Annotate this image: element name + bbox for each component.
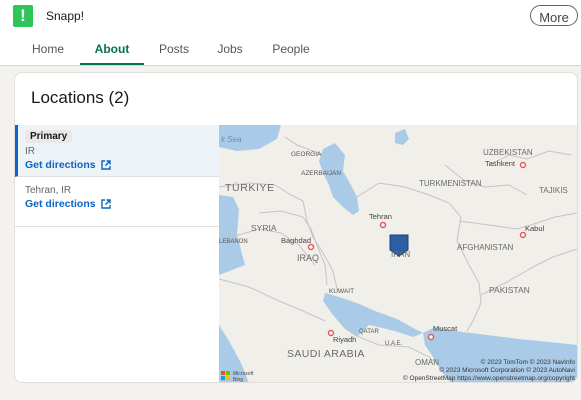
page-tabs: Home About Posts Jobs People xyxy=(0,33,581,65)
tab-home[interactable]: Home xyxy=(20,33,76,65)
location-address: Tehran, IR xyxy=(25,185,72,196)
map-label-afghanistan: AFGHANISTAN xyxy=(457,243,514,252)
tab-people[interactable]: People xyxy=(264,33,318,65)
tab-about[interactable]: About xyxy=(80,33,144,65)
get-directions-link[interactable]: Get directions xyxy=(25,159,219,171)
get-directions-label: Get directions xyxy=(25,159,96,171)
location-list: Primary IR Get directions Tehran, IR Get… xyxy=(15,125,220,382)
map-label-oman: OMAN xyxy=(415,358,439,367)
map-label-uzbekistan: UZBEKISTAN xyxy=(483,148,533,157)
company-logo[interactable]: ! xyxy=(13,5,33,27)
map-label-iraq: IRAQ xyxy=(297,253,319,263)
locations-card: Locations (2) Primary IR Get directions … xyxy=(14,72,578,383)
more-button[interactable]: More xyxy=(530,5,578,26)
map-label-saudi-arabia: SAUDI ARABIA xyxy=(287,348,365,360)
map-copyright-1: © 2023 TomTom © 2023 NavInfo xyxy=(480,359,575,366)
map-label-baghdad: Baghdad xyxy=(281,236,311,245)
map-label-turkiye: TÜRKIYE xyxy=(225,182,275,194)
map-copyright-3[interactable]: © OpenStreetMap https://www.openstreetma… xyxy=(403,375,575,382)
map-label-uae: U.A.E. xyxy=(385,341,403,347)
map-canvas: k Sea GEORGIA AZERBAIJAN TÜRKIYE SYRIA L… xyxy=(219,125,577,383)
map-label-georgia: GEORGIA xyxy=(291,151,322,158)
map-copyright-2: © 2023 Microsoft Corporation © 2023 Auto… xyxy=(439,367,575,374)
external-link-icon xyxy=(100,199,111,209)
map-label-tajikistan: TAJIKIS xyxy=(539,186,568,195)
map-label-kabul: Kabul xyxy=(525,224,545,233)
map-label-iran: IRAN xyxy=(391,250,410,259)
map-label-riyadh: Riyadh xyxy=(333,335,356,344)
company-name[interactable]: Snapp! xyxy=(46,9,84,23)
map-label-pakistan: PAKISTAN xyxy=(489,285,530,295)
bing-label: Bing xyxy=(233,377,243,383)
map-label-kuwait: KUWAIT xyxy=(329,288,354,295)
get-directions-label: Get directions xyxy=(25,198,96,210)
map-label-qatar: QATAR xyxy=(359,329,379,335)
map-label-syria: SYRIA xyxy=(251,223,277,233)
get-directions-link[interactable]: Get directions xyxy=(25,198,219,210)
map-label-lebanon: LEBANON xyxy=(219,239,248,245)
map-label-muscat: Muscat xyxy=(433,324,458,333)
tab-posts[interactable]: Posts xyxy=(150,33,198,65)
external-link-icon xyxy=(100,160,111,170)
map-label-turkmenistan: TURKMENISTAN xyxy=(419,179,482,188)
location-item-primary[interactable]: Primary IR Get directions xyxy=(15,125,219,177)
location-address: IR xyxy=(25,146,35,157)
company-header: ! Snapp! More Home About Posts Jobs Peop… xyxy=(0,0,581,66)
primary-badge: Primary xyxy=(25,130,73,143)
location-item-tehran[interactable]: Tehran, IR Get directions xyxy=(15,177,219,227)
map-label-tehran: Tehran xyxy=(369,212,392,221)
map-label-sea: k Sea xyxy=(221,135,242,144)
tab-jobs[interactable]: Jobs xyxy=(208,33,252,65)
location-map[interactable]: k Sea GEORGIA AZERBAIJAN TÜRKIYE SYRIA L… xyxy=(219,125,577,383)
locations-title: Locations (2) xyxy=(31,88,130,107)
map-label-tashkent: Tashkent xyxy=(485,159,516,168)
map-label-azerbaijan: AZERBAIJAN xyxy=(301,170,341,177)
